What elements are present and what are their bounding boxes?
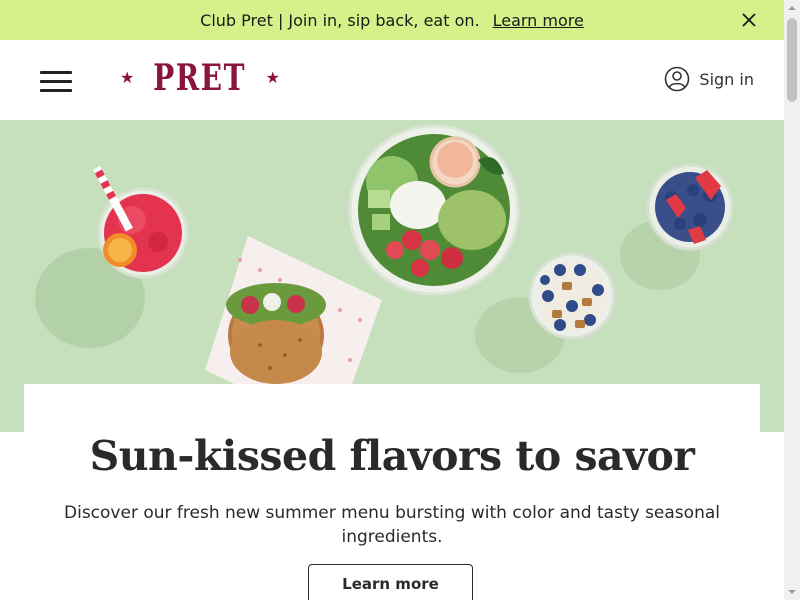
announcement-learn-more-link[interactable]: Learn more (493, 11, 584, 30)
berry-drink (92, 165, 189, 279)
yogurt-cup (528, 252, 616, 340)
user-circle-icon (665, 66, 690, 92)
promo-card: Sun-kissed flavors to savor Discover our… (24, 384, 760, 600)
scrollbar-thumb[interactable] (787, 18, 797, 102)
vertical-scrollbar[interactable] (784, 0, 800, 600)
scroll-up-arrow-icon[interactable] (784, 0, 800, 16)
announcement-message: Club Pret | Join in, sip back, eat on. (200, 10, 480, 30)
pret-logo[interactable]: ★ PRET ★ (120, 56, 280, 100)
close-icon[interactable] (741, 12, 757, 28)
logo-star-left: ★ (120, 68, 135, 87)
promo-description: Discover our fresh new summer menu burst… (64, 503, 720, 547)
announcement-bar: Club Pret | Join in, sip back, eat on. L… (0, 0, 784, 40)
learn-more-button[interactable]: Learn more (308, 564, 473, 600)
salad-bowl (348, 124, 520, 296)
logo-star-right: ★ (265, 68, 280, 87)
logo-wordmark: PRET (153, 57, 247, 99)
promo-title: Sun-kissed flavors to savor (89, 432, 695, 480)
page: Club Pret | Join in, sip back, eat on. L… (0, 0, 784, 600)
sign-in-label: Sign in (699, 69, 754, 89)
site-header: ★ PRET ★ Sign in (0, 40, 784, 120)
berries-cup (646, 163, 734, 251)
hamburger-menu-icon[interactable] (40, 71, 72, 93)
scroll-down-arrow-icon[interactable] (784, 584, 800, 600)
sign-in-button[interactable]: Sign in (664, 66, 754, 92)
